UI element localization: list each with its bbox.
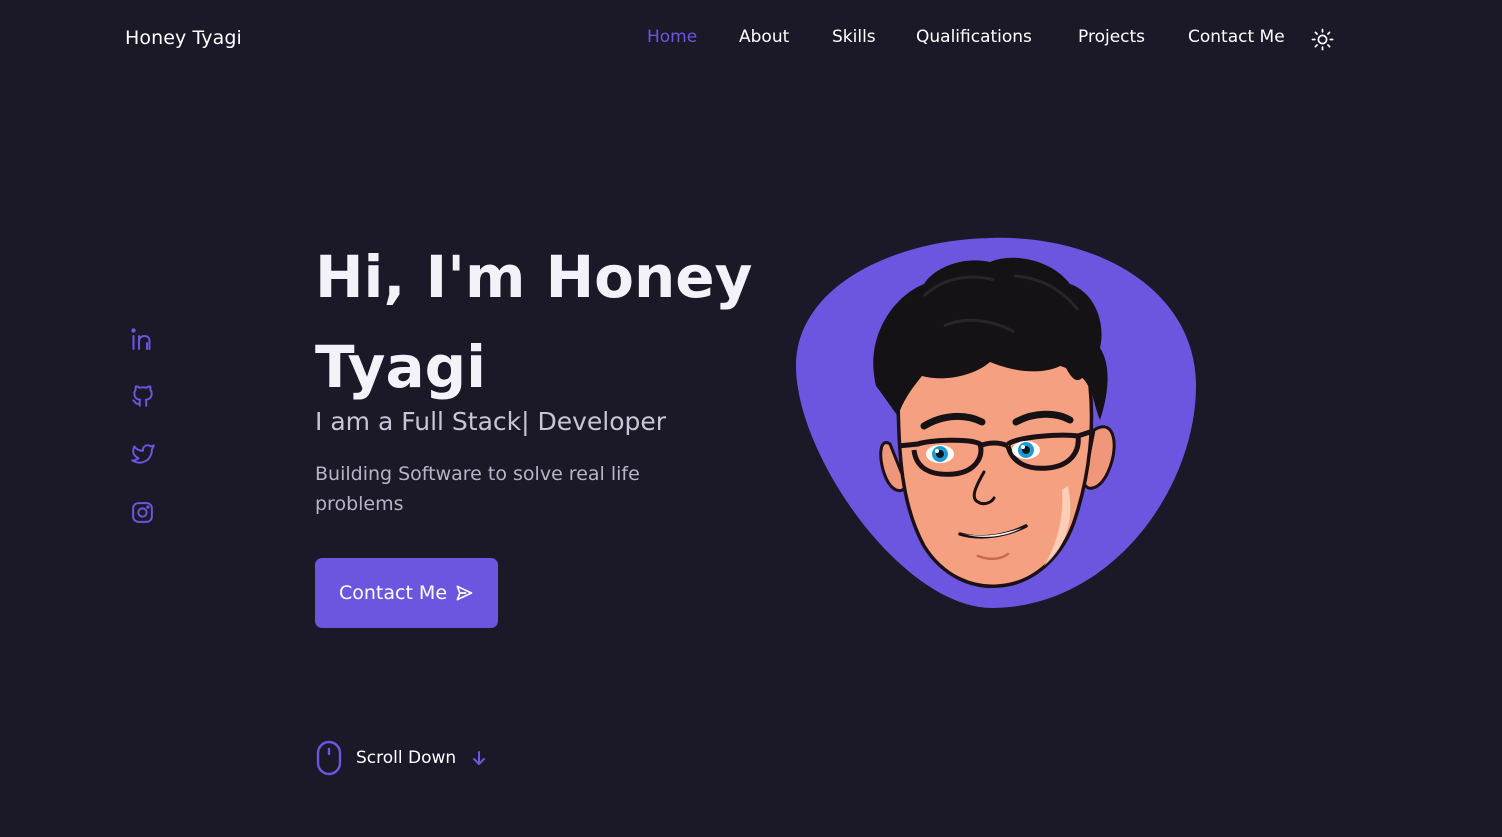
avatar — [794, 236, 1198, 610]
site-header: Honey Tyagi Home About Skills Qualificat… — [0, 0, 1502, 80]
twitter-icon[interactable] — [130, 441, 156, 467]
sun-icon[interactable] — [1311, 28, 1334, 51]
arrow-down-icon — [473, 751, 486, 765]
contact-me-button[interactable]: Contact Me — [315, 558, 498, 628]
contact-button-label: Contact Me — [338, 582, 448, 604]
nav-about[interactable]: About — [739, 27, 789, 47]
send-icon — [456, 585, 473, 601]
hero-subtitle: I am a Full Stack| Developer — [315, 407, 667, 436]
nav-contact[interactable]: Contact Me — [1188, 27, 1285, 47]
page: Honey Tyagi Home About Skills Qualificat… — [0, 0, 1502, 837]
nav-qualifications[interactable]: Qualifications — [916, 27, 1032, 47]
github-icon[interactable] — [130, 383, 156, 409]
instagram-icon[interactable] — [130, 500, 156, 526]
scroll-down-link[interactable]: Scroll Down — [316, 740, 486, 776]
scroll-down-label: Scroll Down — [356, 748, 457, 768]
nav-skills[interactable]: Skills — [832, 27, 876, 47]
nav-projects[interactable]: Projects — [1078, 27, 1145, 47]
hero-description: Building Software to solve real life pro… — [315, 463, 640, 515]
nav-home[interactable]: Home — [647, 27, 697, 47]
mouse-icon — [316, 740, 342, 776]
main-nav: Home About Skills Qualifications Project… — [0, 27, 1502, 53]
linkedin-icon[interactable] — [130, 326, 156, 352]
hero-title: Hi, I'm Honey Tyagi — [315, 243, 753, 401]
